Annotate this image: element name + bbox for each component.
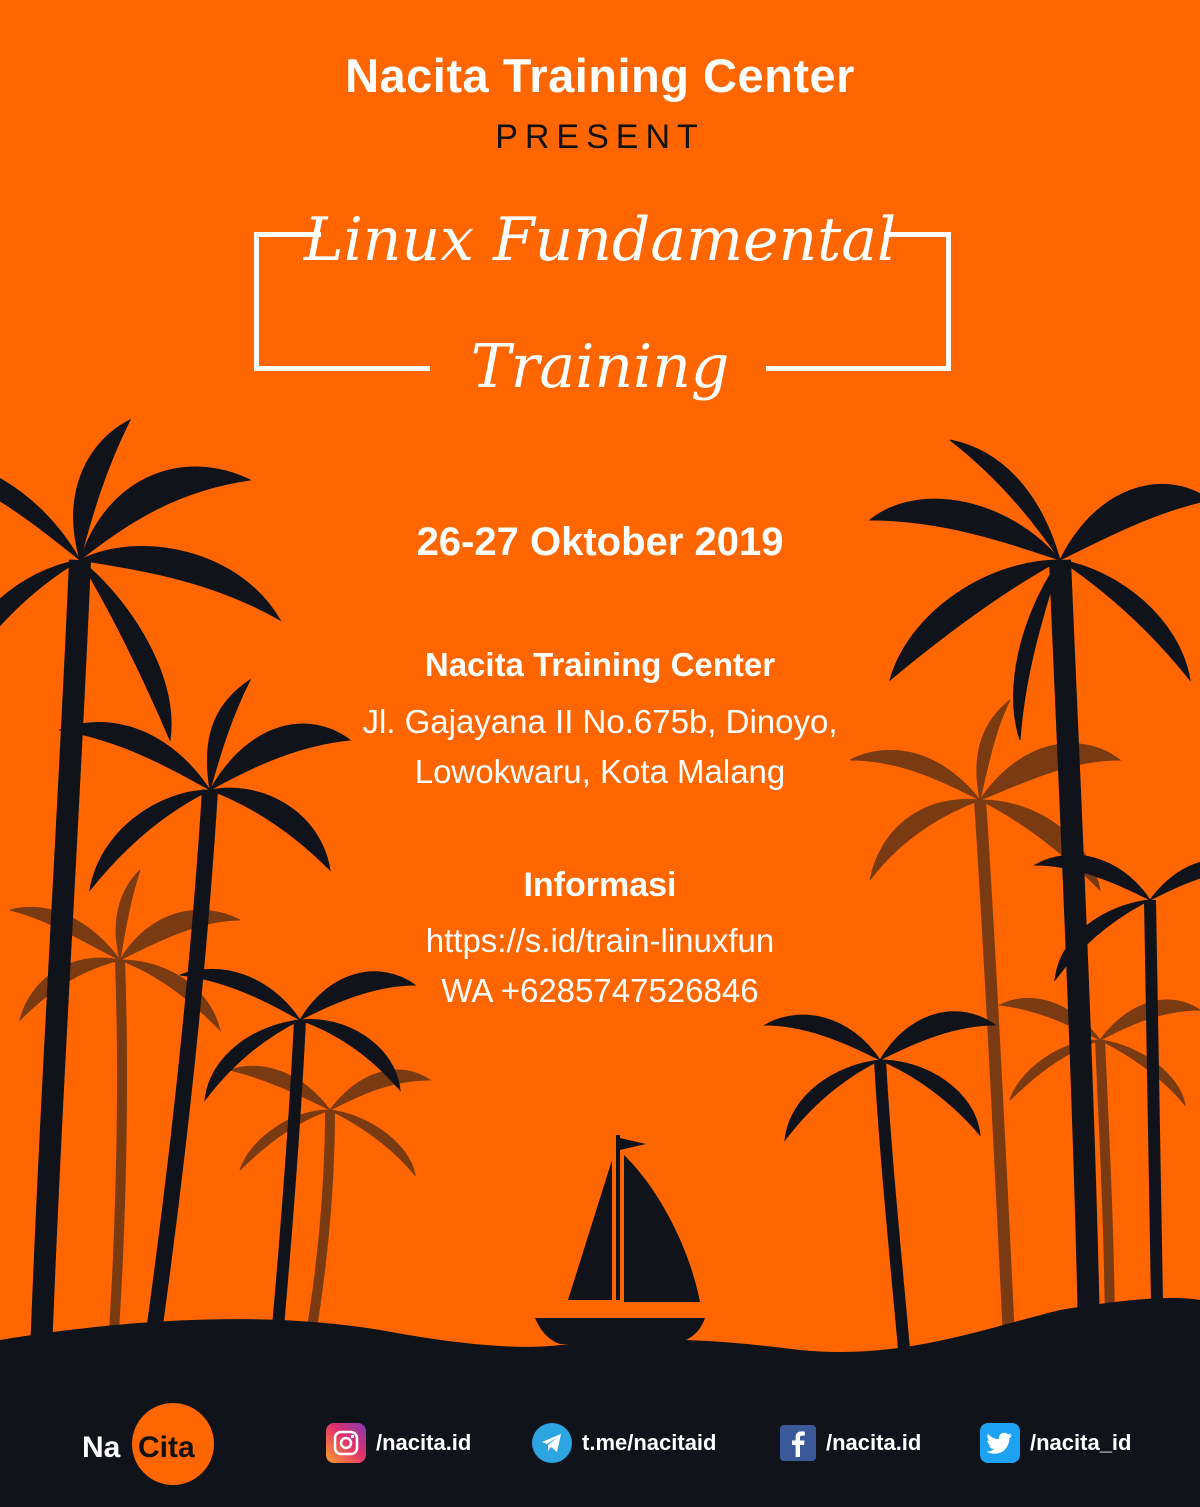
event-title-line2: Training xyxy=(470,332,730,402)
present-label: PRESENT xyxy=(495,118,705,156)
logo-na-text: Na xyxy=(82,1431,121,1464)
twitter-handle: /nacita_id xyxy=(1030,1430,1132,1455)
venue-name: Nacita Training Center xyxy=(424,646,776,683)
social-twitter[interactable]: /nacita_id xyxy=(980,1422,1131,1464)
logo-cita-text: Cita xyxy=(138,1431,195,1464)
footer: Na Cita /nacita.id t.me/nacitaid /nacita… xyxy=(0,1395,1200,1507)
info-heading: Informasi xyxy=(523,866,677,904)
social-telegram[interactable]: t.me/nacitaid xyxy=(532,1422,716,1464)
facebook-handle: /nacita.id xyxy=(826,1430,922,1455)
venue-address-line1: Jl. Gajayana II No.675b, Dinoyo, xyxy=(362,703,838,740)
social-instagram[interactable]: /nacita.id xyxy=(326,1422,471,1464)
whatsapp-contact[interactable]: WA +6285747526846 xyxy=(0,972,1200,1010)
organizer-title: Nacita Training Center xyxy=(345,49,855,102)
sailboat xyxy=(535,1135,705,1344)
event-poster: Nacita Training Center PRESENT Linux Fun… xyxy=(0,0,1200,1507)
facebook-icon xyxy=(780,1425,816,1461)
twitter-icon xyxy=(980,1423,1020,1463)
event-date: 26-27 Oktober 2019 xyxy=(416,520,784,564)
telegram-handle: t.me/nacitaid xyxy=(582,1430,717,1455)
instagram-handle: /nacita.id xyxy=(376,1430,472,1455)
telegram-icon xyxy=(532,1423,572,1463)
info-link[interactable]: https://s.id/train-linuxfun xyxy=(0,922,1200,960)
venue-address-line2: Lowokwaru, Kota Malang xyxy=(414,753,786,790)
instagram-icon xyxy=(326,1423,366,1463)
event-title-line1: Linux Fundamental xyxy=(303,205,897,275)
social-facebook[interactable]: /nacita.id xyxy=(780,1422,921,1464)
